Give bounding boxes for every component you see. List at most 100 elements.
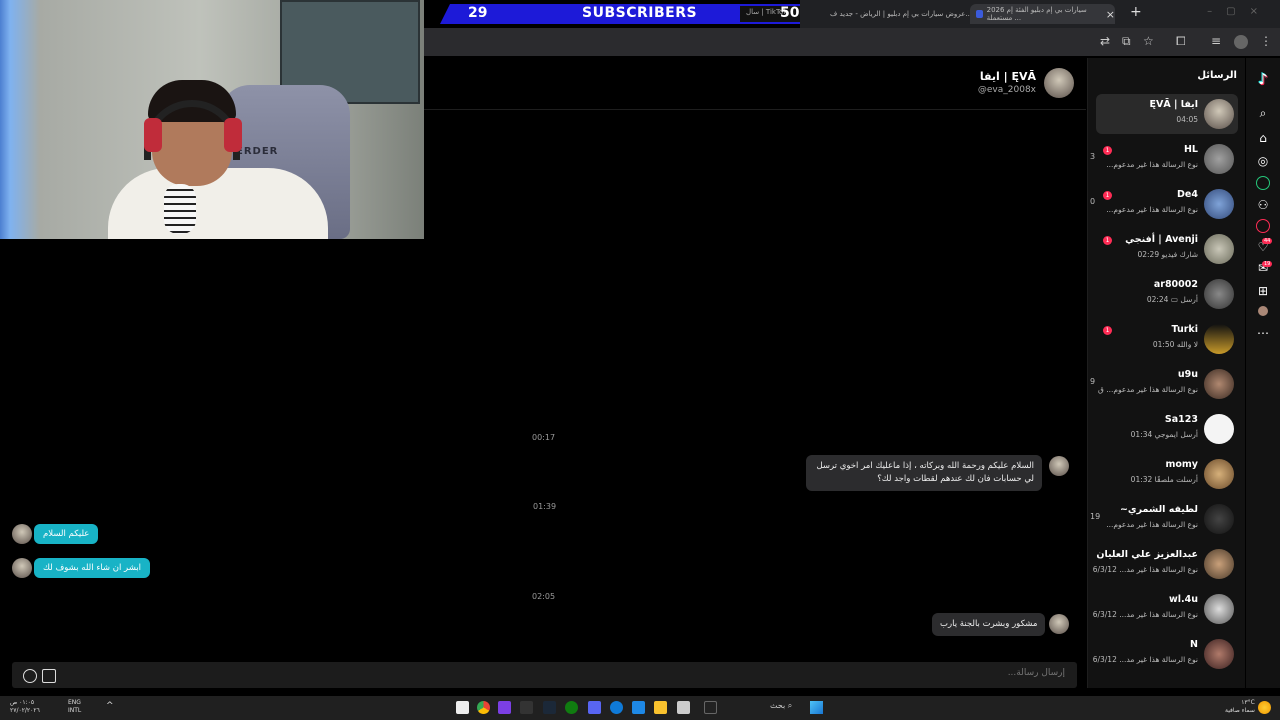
taskbar-search[interactable]: بحث ⌕ [770, 701, 792, 711]
weather-widget[interactable]: ١٣°C سماء صافية [1225, 699, 1255, 715]
conversation-name: N [1190, 639, 1198, 650]
conversation-item[interactable]: Sa123 أرسل ايموجي 01:34 [1096, 409, 1238, 449]
conversation-item[interactable]: momy أرسلت ملصقًا 01:32 [1096, 454, 1238, 494]
conversation-name: Sa123 [1164, 414, 1198, 425]
conversation-preview: أرسل ▭ 02:24 [1146, 295, 1198, 304]
app-icon[interactable] [632, 701, 645, 714]
upload-icon[interactable]: ⊞ [1256, 284, 1270, 298]
conversation-item[interactable]: De4 نوع الرسالة هذا غير مدعوم... 1 0 [1090, 184, 1238, 224]
conversation-item[interactable]: N نوع الرسالة هذا غير مد... 6/3/12 [1093, 634, 1238, 674]
sender-avatar[interactable] [1049, 614, 1069, 634]
conversation-item[interactable]: Avenji | أفنجي شارك فيديو 02:29 1 [1096, 229, 1238, 269]
browser-tab[interactable]: عروض سيارات بي إم دبليو | الرياض - جديد … [830, 4, 990, 24]
menu-icon[interactable]: ⋮ [1260, 34, 1272, 48]
incoming-message[interactable]: عليكم السلام [34, 524, 99, 544]
clock-time: ٠١:٠٥ ص [10, 699, 35, 706]
headset-left-cup [144, 118, 162, 152]
tab-title: سيارات بي إم دبليو الفئة إم 2026 مستعملة… [986, 6, 1087, 22]
image-upload-icon[interactable] [42, 669, 56, 683]
unread-badge: 1 [1103, 146, 1112, 155]
conversation-name: لطيفه الشمري~ [1119, 504, 1198, 515]
message-composer [12, 662, 1077, 688]
close-icon[interactable]: × [1106, 8, 1115, 21]
chat-contact-avatar[interactable] [1044, 68, 1074, 98]
message-input[interactable] [765, 668, 1065, 678]
app-icon[interactable] [456, 701, 469, 714]
avatar [1204, 189, 1234, 219]
conversation-item[interactable]: ايفا | ĘVĀ 04:05 [1096, 94, 1238, 134]
sidebar-title: الرسائل [1197, 70, 1237, 81]
incoming-message[interactable]: ابشر ان شاء الله بشوف لك [34, 558, 151, 578]
conversation-item[interactable]: لطيفه الشمري~ نوع الرسالة هذا غير مدعوم.… [1090, 499, 1238, 539]
app-icon[interactable] [498, 701, 511, 714]
conversation-name: عبدالعزيز علي العليان [1096, 549, 1198, 560]
conversation-name: ar80002 [1153, 279, 1198, 290]
conversation-item[interactable]: u9u نوع الرسالة هذا غير مدعوم... ق 9 [1090, 364, 1238, 404]
chrome-icon[interactable] [477, 701, 490, 714]
chevron-up-icon[interactable]: ^ [106, 701, 114, 711]
conversation-item[interactable]: ar80002 أرسل ▭ 02:24 [1096, 274, 1238, 314]
cast-icon[interactable]: ⧉ [1122, 34, 1131, 49]
friends-icon[interactable]: ⚇ [1256, 198, 1270, 212]
new-tab-button[interactable]: + [1130, 4, 1142, 20]
site-favicon-icon [976, 10, 983, 18]
conversation-item[interactable]: Turki لا والله 01:50 1 [1096, 319, 1238, 359]
microphone-icon [164, 184, 196, 234]
chair-brand: ERDER [236, 146, 279, 157]
contact-avatar[interactable] [12, 524, 32, 544]
live-icon[interactable] [1256, 219, 1270, 233]
translate-icon[interactable]: ⇄ [1100, 34, 1110, 48]
webcam-overlay: ERDER [0, 0, 424, 239]
language-code: ENG [68, 699, 81, 706]
app-icon[interactable] [704, 701, 717, 714]
conversation-preview: أرسلت ملصقًا 01:32 [1130, 475, 1198, 484]
app-icon[interactable] [677, 701, 690, 714]
home-icon[interactable]: ⌂ [1256, 131, 1270, 145]
windows-taskbar: ٠١:٠٥ ص ٢٧/٠٢/٢٠٢٦ ENG INTL ^ بحث ⌕ ١٣°C… [0, 696, 1280, 720]
file-explorer-icon[interactable] [654, 701, 667, 714]
browser-tabstrip: عروض سيارات بي إم دبليو | الرياض - جديد … [800, 0, 1280, 28]
tiktok-logo-icon[interactable]: ♪ [1256, 72, 1270, 87]
windows-start-icon[interactable] [810, 701, 823, 714]
profile-avatar[interactable] [1258, 306, 1268, 316]
browser-tab-active[interactable]: سيارات بي إم دبليو الفئة إم 2026 مستعملة… [970, 4, 1115, 24]
avatar [1204, 369, 1234, 399]
conversation-item[interactable]: wl.4u نوع الرسالة هذا غير مد... 6/3/12 [1093, 589, 1238, 629]
xbox-icon[interactable] [565, 701, 578, 714]
outgoing-message[interactable]: السلام عليكم ورحمة الله وبركاته ، إذا ما… [806, 455, 1042, 491]
search-icon: ⌕ [787, 701, 793, 710]
emoji-icon[interactable] [23, 669, 37, 683]
extensions-icon[interactable]: ⧠ [1176, 34, 1186, 49]
conversation-preview: شارك فيديو 02:29 [1137, 250, 1198, 259]
app-icon[interactable] [520, 701, 533, 714]
app-icon[interactable] [588, 701, 601, 714]
edge-icon[interactable] [610, 701, 623, 714]
chat-contact-name[interactable]: ايفا | ĘVĀ [980, 70, 1036, 83]
unread-badge: 1 [1103, 326, 1112, 335]
conversation-item[interactable]: HL نوع الرسالة هذا غير مدعوم... 1 3 [1090, 139, 1238, 179]
chat-contact-handle[interactable]: @eva_2008x [978, 85, 1036, 95]
conversation-preview: أرسل ايموجي 01:34 [1130, 430, 1198, 439]
bookmark-star-icon[interactable]: ☆ [1143, 34, 1154, 48]
explore-icon[interactable]: ◎ [1256, 154, 1270, 168]
media-controls-icon[interactable]: ≡ [1211, 34, 1221, 48]
window-controls[interactable]: –▢× [1207, 6, 1272, 17]
steam-icon[interactable] [543, 701, 556, 714]
conversation-item[interactable]: عبدالعزيز علي العليان نوع الرسالة هذا غي… [1093, 544, 1238, 584]
search-icon[interactable]: ⌕ [1256, 106, 1270, 120]
avatar [1204, 324, 1234, 354]
profile-avatar[interactable] [1234, 35, 1248, 49]
sender-avatar[interactable] [1049, 456, 1069, 476]
clock[interactable]: ٠١:٠٥ ص ٢٧/٠٢/٢٠٢٦ [10, 699, 40, 715]
chat-header: ايفا | ĘVĀ @eva_2008x [424, 58, 1086, 110]
conversation-name: Avenji | أفنجي [1125, 234, 1198, 245]
contact-avatar[interactable] [12, 558, 32, 578]
conversation-time-cut: 19 [1090, 512, 1101, 521]
outgoing-message[interactable]: مشكور وبشرت بالجنة يارب [932, 613, 1046, 636]
language-indicator[interactable]: ENG INTL [68, 699, 81, 715]
following-icon[interactable] [1256, 176, 1270, 190]
more-icon[interactable]: ⋯ [1256, 326, 1270, 340]
messages-badge: 19 [1262, 261, 1273, 267]
subscribers-goal: 50 [780, 5, 800, 21]
conversation-name: momy [1165, 459, 1198, 470]
